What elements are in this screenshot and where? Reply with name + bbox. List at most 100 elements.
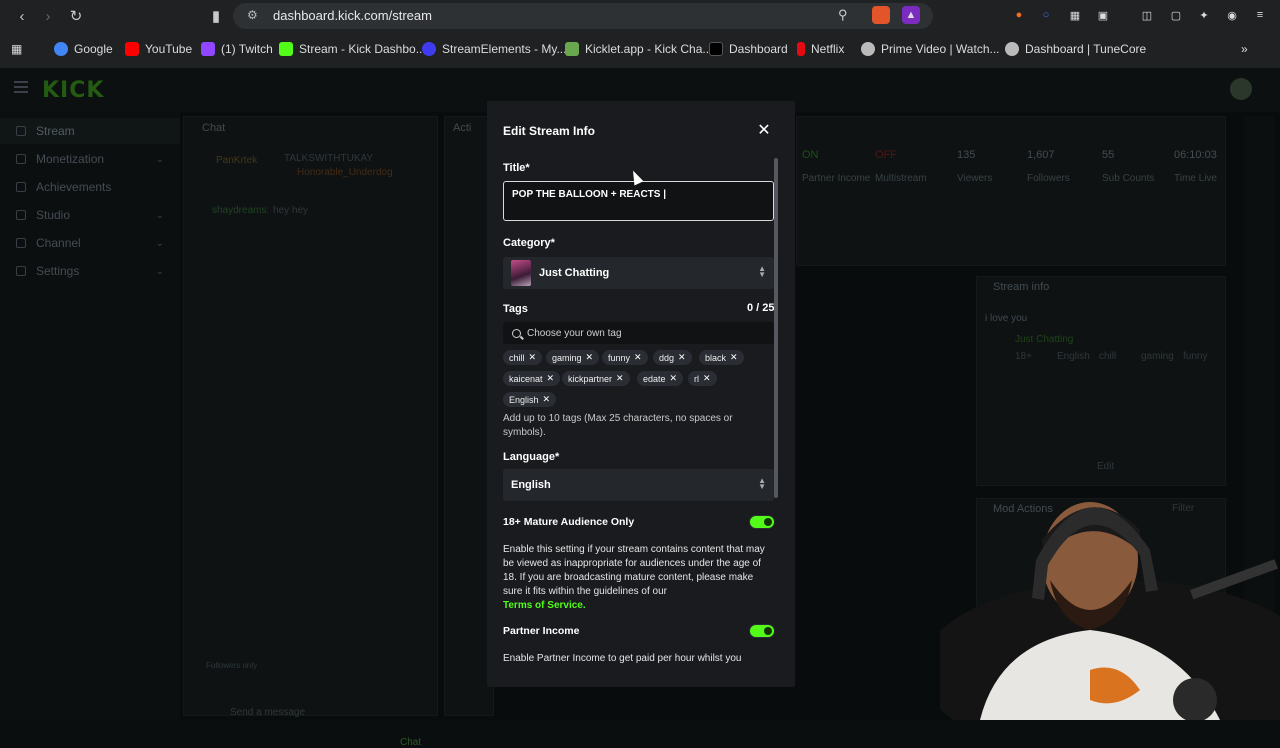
bookmarks-bar: ▦ Google YouTube (1) Twitch Stream - Kic… [0,36,1280,62]
tag-label: edate [643,373,666,384]
bookmark-tunecore[interactable]: Dashboard | TuneCore [1005,40,1146,58]
wallet-icon[interactable]: ▢ [1167,6,1185,24]
tag-label: gaming [552,352,582,363]
mature-label: 18+ Mature Audience Only [503,516,635,528]
tag-label: chill [509,352,525,363]
bookmark-label: Dashboard [729,42,788,56]
more-bookmarks-icon[interactable]: » [1241,40,1248,58]
url-text: dashboard.kick.com/stream [273,8,432,23]
tag-search-input[interactable]: Choose your own tag [503,322,774,344]
chat-send-button[interactable]: Chat [400,737,421,748]
bookmark-youtube[interactable]: YouTube [125,40,192,58]
mature-toggle[interactable] [749,515,775,529]
title-label: Title* [503,162,530,174]
bookmark-streamelements[interactable]: StreamElements - My... [422,40,566,58]
tag-chip[interactable]: ddg ✕ [653,350,692,365]
modal-scrollbar[interactable] [774,158,778,498]
remove-tag-icon[interactable]: ✕ [543,394,551,405]
language-value: English [511,479,551,491]
webcam-mic [1173,678,1217,720]
bookmark-prime-video[interactable]: Prime Video | Watch... [861,40,1000,58]
leo-icon[interactable]: ✦ [1195,6,1213,24]
tag-chip[interactable]: edate ✕ [637,371,684,386]
sidebar-toggle-icon[interactable]: ◫ [1138,6,1156,24]
edit-stream-info-modal: Edit Stream Info ✕ Title* POP THE BALLOO… [487,101,795,687]
modal-title: Edit Stream Info [503,124,596,138]
tag-chip[interactable]: English ✕ [503,392,557,407]
tags-label: Tags [503,303,528,315]
google-icon [54,42,68,56]
tag-label: funny [608,352,631,363]
tag-chip[interactable]: kaicenat ✕ [503,371,561,386]
twitch-icon [201,42,215,56]
mature-text: Enable this setting if your stream conta… [503,544,765,597]
address-bar[interactable]: ⚙ dashboard.kick.com/stream ⚲ [233,3,933,29]
rewards-icon[interactable]: ▲ [902,6,920,24]
tag-chip[interactable]: gaming ✕ [546,350,600,365]
partner-income-label: Partner Income [503,625,580,637]
remove-tag-icon[interactable]: ✕ [529,352,537,363]
partner-income-toggle[interactable] [749,624,775,638]
stream-title-input[interactable]: POP THE BALLOON + REACTS | [503,181,774,221]
site-info-icon[interactable]: ⚙ [247,8,258,22]
close-icon[interactable]: ✕ [755,121,773,139]
bookmark-label: Prime Video | Watch... [881,42,1000,56]
vpn-icon[interactable]: ◉ [1223,6,1241,24]
remove-tag-icon[interactable]: ✕ [730,352,738,363]
browser-toolbar: ‹ › ↻ ▮ ⚙ dashboard.kick.com/stream ⚲ ▲ … [0,0,1280,32]
tag-chip[interactable]: chill ✕ [503,350,543,365]
globe-icon [861,42,875,56]
bookmark-netflix[interactable]: Netflix [797,40,844,58]
bookmark-label: Stream - Kick Dashbo... [299,42,426,56]
extension-circle-icon[interactable]: ○ [1037,6,1055,24]
extension-fox-icon[interactable]: ● [1010,6,1028,24]
remove-tag-icon[interactable]: ✕ [586,352,594,363]
tag-label: English [509,394,539,405]
tag-chip[interactable]: rl ✕ [688,371,717,386]
bookmark-label: Dashboard | TuneCore [1025,42,1147,56]
tag-chip[interactable]: kickpartner ✕ [562,371,630,386]
bookmark-label: Kicklet.app - Kick Cha... [585,42,713,56]
bookmark-kick-dashboard[interactable]: Stream - Kick Dashbo... [279,40,426,58]
remove-tag-icon[interactable]: ✕ [670,373,678,384]
language-label: Language* [503,451,560,463]
tags-counter: 0 / 25 [747,302,775,314]
bookmark-kicklet[interactable]: Kicklet.app - Kick Cha... [565,40,712,58]
remove-tag-icon[interactable]: ✕ [616,373,624,384]
streamelements-icon [422,42,436,56]
zoom-icon[interactable]: ⚲ [838,7,848,23]
netflix-icon [797,42,805,56]
bookmark-icon[interactable]: ▮ [206,6,226,26]
brave-shield-icon[interactable] [872,6,890,24]
remove-tag-icon[interactable]: ✕ [678,352,686,363]
language-select[interactable]: English ▲ ▼ [503,469,774,501]
search-icon [512,328,521,338]
category-select[interactable]: Just Chatting ▲ ▼ [503,257,774,289]
remove-tag-icon[interactable]: ✕ [703,373,711,384]
bookmark-google[interactable]: Google [54,40,113,58]
tag-label: black [705,352,727,363]
remove-tag-icon[interactable]: ✕ [547,373,555,384]
forward-icon[interactable]: › [38,6,58,26]
bookmark-label: Netflix [811,42,845,56]
kicklet-icon [565,42,579,56]
category-thumbnail [511,260,531,286]
media-icon[interactable]: ▣ [1094,6,1112,24]
kick-icon [279,42,293,56]
apps-icon[interactable]: ▦ [11,40,22,58]
tag-chip[interactable]: black ✕ [699,350,744,365]
bookmark-twitch[interactable]: (1) Twitch [201,40,273,58]
webcam-overlay [940,502,1280,720]
webcam-mic-arm [1190,559,1278,600]
bookmark-label: StreamElements - My... [442,42,567,56]
tag-label: kaicenat [509,373,543,384]
reload-icon[interactable]: ↻ [66,6,86,26]
tag-input-placeholder: Choose your own tag [527,327,622,339]
tag-chip[interactable]: funny ✕ [602,350,648,365]
bookmark-dashboard[interactable]: Dashboard [709,40,788,58]
remove-tag-icon[interactable]: ✕ [634,352,642,363]
terms-of-service-link[interactable]: Terms of Service. [503,600,586,611]
back-icon[interactable]: ‹ [12,6,32,26]
menu-icon[interactable]: ≡ [1251,6,1269,24]
extensions-icon[interactable]: ▦ [1066,6,1084,24]
